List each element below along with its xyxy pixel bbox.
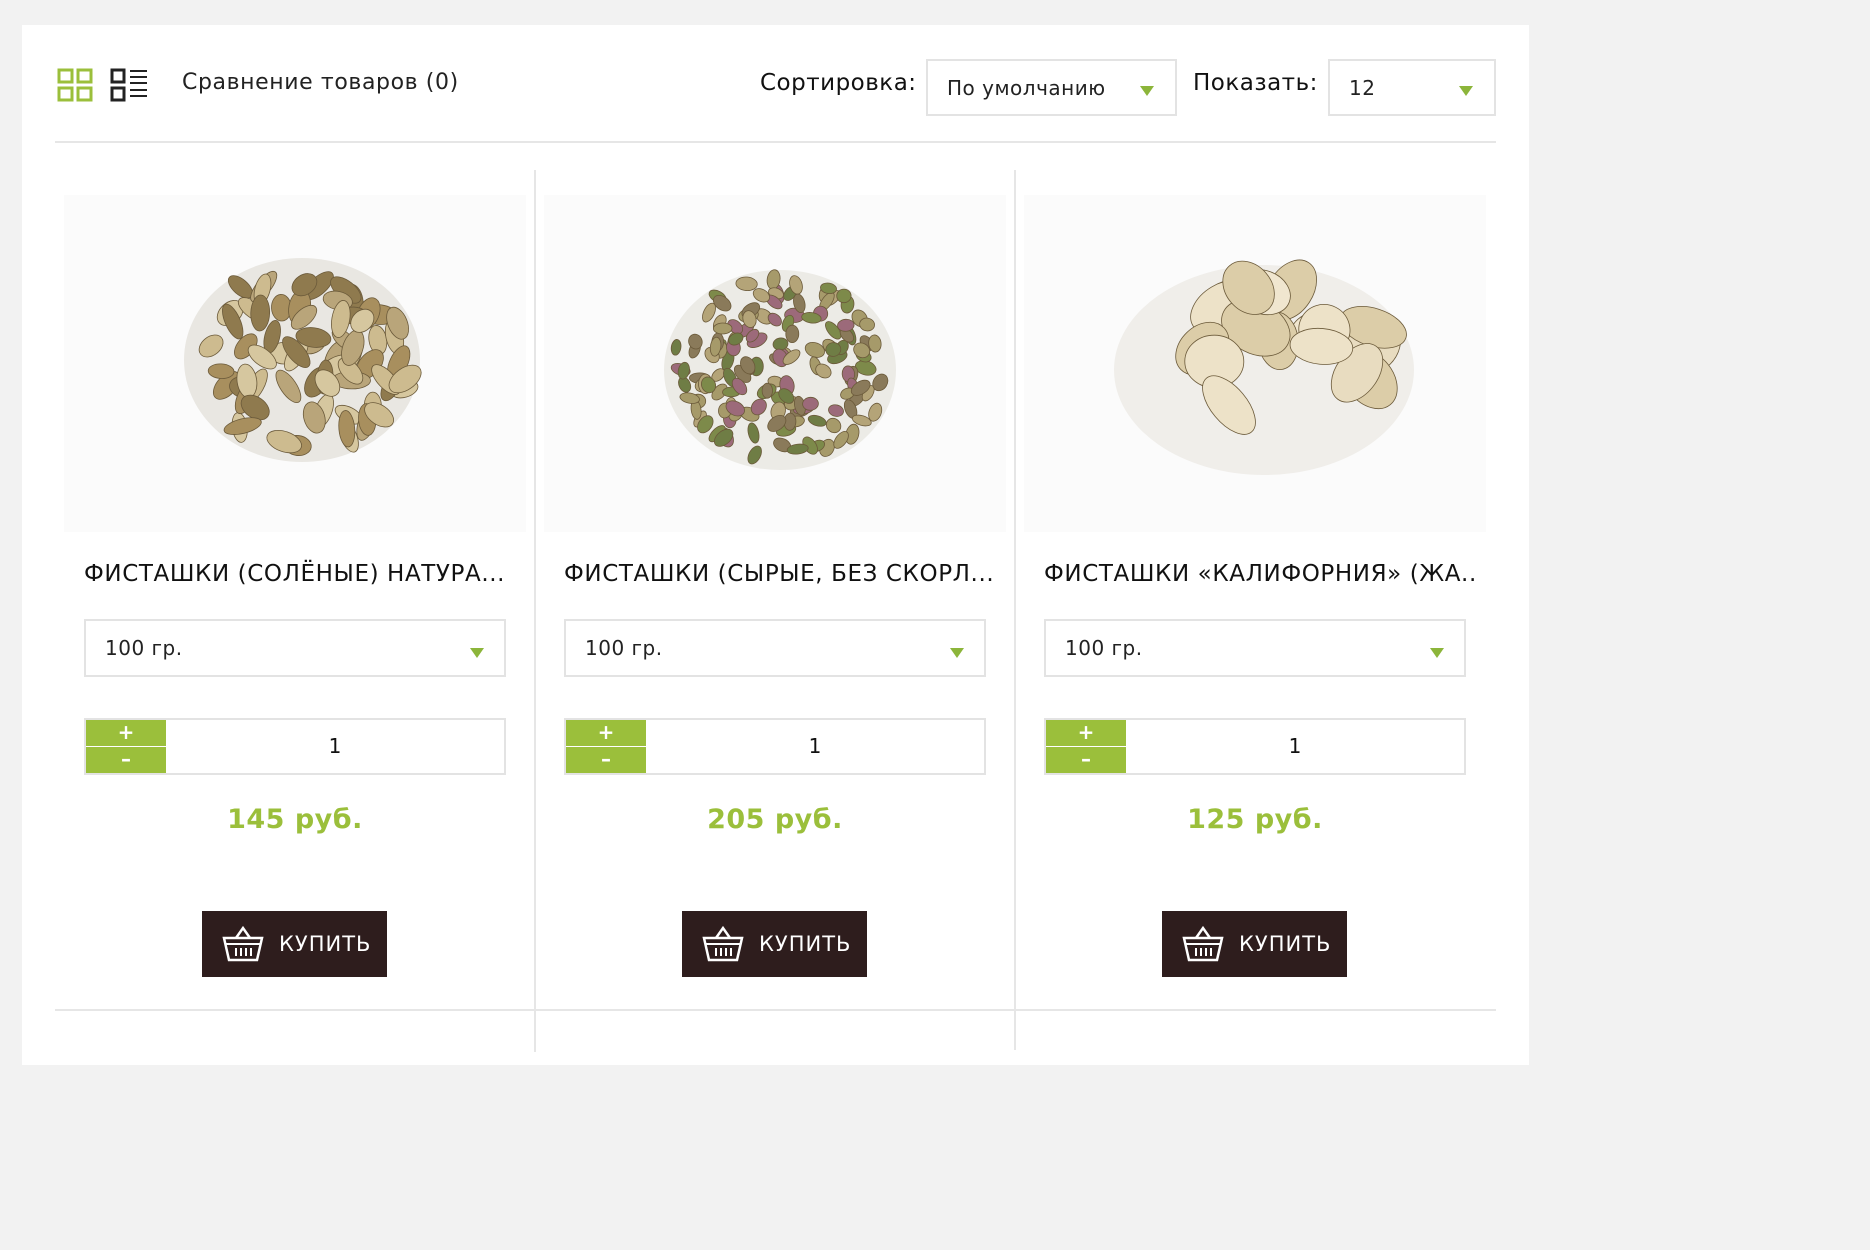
quantity-stepper: + – 1 [1044, 718, 1466, 775]
chevron-down-icon [1140, 86, 1154, 96]
quantity-increase-button[interactable]: + [566, 720, 646, 746]
product-price: 205 руб. [707, 804, 843, 835]
list-view-icon[interactable] [110, 68, 148, 103]
buy-button[interactable]: КУПИТЬ [1162, 911, 1347, 977]
chevron-down-icon [1459, 86, 1473, 96]
basket-icon [222, 925, 264, 962]
column-divider [534, 1012, 536, 1052]
buy-button-label: КУПИТЬ [1239, 932, 1332, 956]
quantity-increase-button[interactable]: + [86, 720, 166, 746]
weight-select[interactable]: 100 гр. [84, 619, 506, 677]
sort-select-value: По умолчанию [947, 75, 1106, 100]
quantity-value[interactable]: 1 [646, 720, 984, 773]
chevron-down-icon [470, 648, 484, 658]
chevron-down-icon [1430, 648, 1444, 658]
product-price: 125 руб. [1187, 804, 1323, 835]
quantity-stepper: + – 1 [564, 718, 986, 775]
product-image[interactable] [544, 195, 1006, 532]
pistachio-nut [761, 382, 773, 399]
buy-button[interactable]: КУПИТЬ [682, 911, 867, 977]
weight-select-value: 100 гр. [585, 636, 663, 660]
quantity-value[interactable]: 1 [1126, 720, 1464, 773]
product-card: ФИСТАШКИ (СЫРЫЕ, БЕЗ СКОРЛ... 100 гр. + … [536, 170, 1014, 1010]
weight-select-value: 100 гр. [1065, 636, 1143, 660]
weight-select[interactable]: 100 гр. [564, 619, 986, 677]
basket-icon [1182, 925, 1224, 962]
grid-view-icon[interactable] [57, 68, 94, 103]
sort-label: Сортировка: [760, 70, 917, 96]
toolbar-divider [55, 141, 1496, 143]
quantity-increase-button[interactable]: + [1046, 720, 1126, 746]
buy-button[interactable]: КУПИТЬ [202, 911, 387, 977]
quantity-stepper: + – 1 [84, 718, 506, 775]
product-image[interactable] [1024, 195, 1486, 532]
compare-link[interactable]: Сравнение товаров (0) [182, 68, 459, 98]
product-image[interactable] [64, 195, 526, 532]
buy-button-label: КУПИТЬ [759, 932, 852, 956]
product-title[interactable]: ФИСТАШКИ (СЫРЫЕ, БЕЗ СКОРЛ... [564, 558, 994, 590]
pistachio-nut [836, 288, 852, 304]
quantity-value[interactable]: 1 [166, 720, 504, 773]
buy-button-label: КУПИТЬ [279, 932, 372, 956]
show-label: Показать: [1193, 70, 1318, 96]
quantity-decrease-button[interactable]: – [1046, 747, 1126, 773]
show-count-value: 12 [1349, 75, 1376, 100]
pistachio-nut [785, 324, 800, 343]
basket-icon [702, 925, 744, 962]
weight-select-value: 100 гр. [105, 636, 183, 660]
product-card: ФИСТАШКИ «КАЛИФОРНИЯ» (ЖА... 100 гр. + –… [1016, 170, 1494, 1010]
product-title[interactable]: ФИСТАШКИ «КАЛИФОРНИЯ» (ЖА... [1044, 558, 1474, 590]
weight-select[interactable]: 100 гр. [1044, 619, 1466, 677]
sort-select[interactable]: По умолчанию [926, 59, 1177, 116]
quantity-decrease-button[interactable]: – [86, 747, 166, 773]
quantity-decrease-button[interactable]: – [566, 747, 646, 773]
product-price: 145 руб. [227, 804, 363, 835]
product-card: ФИСТАШКИ (СОЛЁНЫЕ) НАТУРА... 100 гр. + –… [56, 170, 534, 1010]
chevron-down-icon [950, 648, 964, 658]
pistachio-nut [713, 322, 733, 335]
product-title[interactable]: ФИСТАШКИ (СОЛЁНЫЕ) НАТУРА... [84, 558, 514, 590]
show-count-select[interactable]: 12 [1328, 59, 1496, 116]
